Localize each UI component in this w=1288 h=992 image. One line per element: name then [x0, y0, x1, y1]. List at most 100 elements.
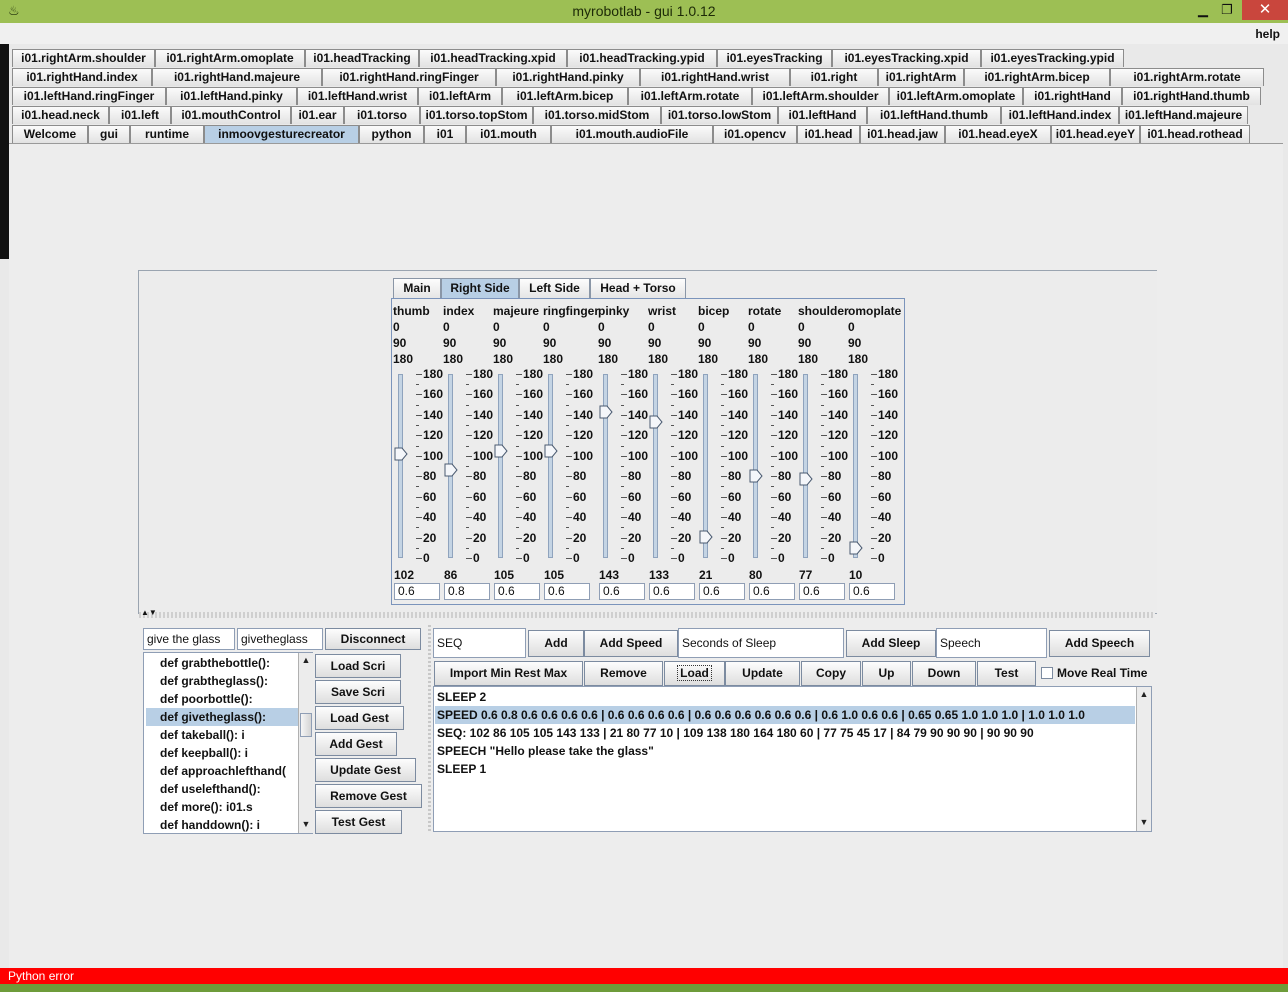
tab-i01-leftarm[interactable]: i01.leftArm [418, 87, 502, 105]
scroll-thumb[interactable] [300, 713, 312, 737]
tab-inmoovgesturecreator[interactable]: inmoovgesturecreator [204, 125, 359, 143]
tab-i01-headtracking-xpid[interactable]: i01.headTracking.xpid [419, 49, 567, 67]
slider-track-thumb[interactable] [398, 374, 403, 558]
tab-i01-lefthand-ringfinger[interactable]: i01.leftHand.ringFinger [12, 87, 166, 105]
slider-thumb-thumb[interactable] [394, 447, 408, 461]
remove-button[interactable]: Remove [584, 661, 663, 686]
gesture-list-item[interactable]: def givetheglass(): [146, 708, 298, 726]
split-divider[interactable] [139, 612, 1155, 618]
tab-i01-rightarm-shoulder[interactable]: i01.rightArm.shoulder [12, 49, 155, 67]
gesture-list-item[interactable]: def approachlefthand( [146, 762, 298, 780]
tab-i01-eyestracking[interactable]: i01.eyesTracking [717, 49, 832, 67]
gesture-list-item[interactable]: def poorbottle(): [146, 690, 298, 708]
load-scri-button[interactable]: Load Scri [315, 654, 401, 678]
sequence-list-scrollbar[interactable]: ▲ ▼ [1136, 687, 1151, 831]
slider-track-pinky[interactable] [603, 374, 608, 558]
scroll-up-arrow-icon[interactable]: ▲ [1137, 687, 1151, 702]
tab-i01-right[interactable]: i01.right [790, 68, 878, 86]
slider-thumb-omoplate[interactable] [849, 541, 863, 555]
gesture-list-item[interactable]: def keepball(): i [146, 744, 298, 762]
speed-field-rotate[interactable]: 0.6 [749, 583, 795, 600]
tab-i01-lefthand-pinky[interactable]: i01.leftHand.pinky [166, 87, 297, 105]
sequence-list-item[interactable]: SPEED 0.6 0.8 0.6 0.6 0.6 0.6 | 0.6 0.6 … [435, 706, 1135, 724]
speed-field-shoulder[interactable]: 0.6 [799, 583, 845, 600]
tab-i01-rightarm-omoplate[interactable]: i01.rightArm.omoplate [155, 49, 305, 67]
tab-i01-headtracking[interactable]: i01.headTracking [305, 49, 419, 67]
disconnect-button[interactable]: Disconnect [325, 628, 421, 650]
update-gest-button[interactable]: Update Gest [315, 758, 416, 782]
speech-field[interactable]: Speech [936, 628, 1047, 658]
tab-gui[interactable]: gui [88, 125, 130, 143]
slider-thumb-pinky[interactable] [599, 405, 613, 419]
slider-track-ringfinger[interactable] [548, 374, 553, 558]
speed-field-bicep[interactable]: 0.6 [699, 583, 745, 600]
slider-thumb-majeure[interactable] [494, 444, 508, 458]
tab-i01-righthand[interactable]: i01.rightHand [1023, 87, 1122, 105]
slider-thumb-bicep[interactable] [699, 530, 713, 544]
tab-i01-righthand-majeure[interactable]: i01.rightHand.majeure [152, 68, 322, 86]
slider-track-rotate[interactable] [753, 374, 758, 558]
gesture-list-scrollbar[interactable]: ▲ ▼ [298, 653, 313, 833]
sequence-list-item[interactable]: SPEECH "Hello please take the glass" [435, 742, 1135, 760]
tab-i01-leftarm-rotate[interactable]: i01.leftArm.rotate [628, 87, 752, 105]
gesture-list-item[interactable]: def grabtheglass(): [146, 672, 298, 690]
tab-i01-rightarm-rotate[interactable]: i01.rightArm.rotate [1110, 68, 1264, 86]
test-button[interactable]: Test [977, 661, 1036, 686]
save-scri-button[interactable]: Save Scri [315, 680, 401, 704]
slider-thumb-index[interactable] [444, 463, 458, 477]
tab-i01-torso-lowstom[interactable]: i01.torso.lowStom [661, 106, 778, 124]
gesture-list-item[interactable]: def more(): i01.s [146, 798, 298, 816]
slider-thumb-wrist[interactable] [649, 415, 663, 429]
tab-i01-rightarm[interactable]: i01.rightArm [878, 68, 964, 86]
tab-runtime[interactable]: runtime [130, 125, 204, 143]
scroll-down-arrow-icon[interactable]: ▼ [1137, 815, 1151, 830]
tab-i01-eyestracking-xpid[interactable]: i01.eyesTracking.xpid [832, 49, 981, 67]
speed-field-pinky[interactable]: 0.6 [599, 583, 645, 600]
tab-i01-mouth[interactable]: i01.mouth [466, 125, 551, 143]
tab-i01-lefthand[interactable]: i01.leftHand [778, 106, 867, 124]
tab-i01-headtracking-ypid[interactable]: i01.headTracking.ypid [567, 49, 717, 67]
down-button[interactable]: Down [912, 661, 976, 686]
speed-field-wrist[interactable]: 0.6 [649, 583, 695, 600]
remove-gest-button[interactable]: Remove Gest [315, 784, 422, 808]
speed-field-majeure[interactable]: 0.6 [494, 583, 540, 600]
tab-i01-opencv[interactable]: i01.opencv [713, 125, 797, 143]
gesture-list[interactable]: def grabthebottle(): def grabtheglass(): d… [143, 652, 313, 834]
tab-i01-torso[interactable]: i01.torso [344, 106, 420, 124]
sleep-seconds-field[interactable]: Seconds of Sleep [678, 628, 844, 658]
tab-main[interactable]: Main [393, 278, 441, 298]
slider-thumb-shoulder[interactable] [799, 472, 813, 486]
tab-head-torso[interactable]: Head + Torso [590, 278, 686, 298]
tab-i01-leftarm-shoulder[interactable]: i01.leftArm.shoulder [752, 87, 889, 105]
tab-i01-lefthand-wrist[interactable]: i01.leftHand.wrist [297, 87, 418, 105]
tab-python[interactable]: python [359, 125, 424, 143]
tab-i01-lefthand-thumb[interactable]: i01.leftHand.thumb [867, 106, 1001, 124]
tab-i01-head-eyey[interactable]: i01.head.eyeY [1051, 125, 1140, 143]
tab-left-side[interactable]: Left Side [519, 278, 590, 298]
menu-help[interactable]: help [1255, 27, 1280, 41]
tab-i01-rightarm-bicep[interactable]: i01.rightArm.bicep [964, 68, 1110, 86]
maximize-button[interactable]: ❐ [1212, 0, 1242, 20]
tab-right-side[interactable]: Right Side [441, 278, 519, 298]
slider-track-omoplate[interactable] [853, 374, 858, 558]
tab-i01-eyestracking-ypid[interactable]: i01.eyesTracking.ypid [981, 49, 1124, 67]
sequence-list-item[interactable]: SEQ: 102 86 105 105 143 133 | 21 80 77 1… [435, 724, 1135, 742]
tab-i01-righthand-wrist[interactable]: i01.rightHand.wrist [640, 68, 790, 86]
slider-track-majeure[interactable] [498, 374, 503, 558]
vertical-splitter[interactable] [428, 625, 431, 833]
tab-i01-head-neck[interactable]: i01.head.neck [12, 106, 109, 124]
tab-i01-lefthand-index[interactable]: i01.leftHand.index [1001, 106, 1119, 124]
tab-i01[interactable]: i01 [424, 125, 466, 143]
tab-i01-righthand-index[interactable]: i01.rightHand.index [12, 68, 152, 86]
scroll-up-arrow-icon[interactable]: ▲ [299, 653, 313, 668]
gesture-list-item[interactable]: def uselefthand(): [146, 780, 298, 798]
collapse-arrows-icon[interactable]: ▲▼ [141, 608, 157, 617]
speed-field-index[interactable]: 0.8 [444, 583, 490, 600]
import-min-rest-max-button[interactable]: Import Min Rest Max [434, 661, 583, 686]
add-button[interactable]: Add [528, 630, 584, 657]
add-sleep-button[interactable]: Add Sleep [846, 630, 936, 657]
tab-i01-torso-topstom[interactable]: i01.torso.topStom [420, 106, 533, 124]
tab-i01-leftarm-bicep[interactable]: i01.leftArm.bicep [502, 87, 628, 105]
tab-i01-righthand-thumb[interactable]: i01.rightHand.thumb [1122, 87, 1261, 105]
tab-i01-head-eyex[interactable]: i01.head.eyeX [945, 125, 1051, 143]
